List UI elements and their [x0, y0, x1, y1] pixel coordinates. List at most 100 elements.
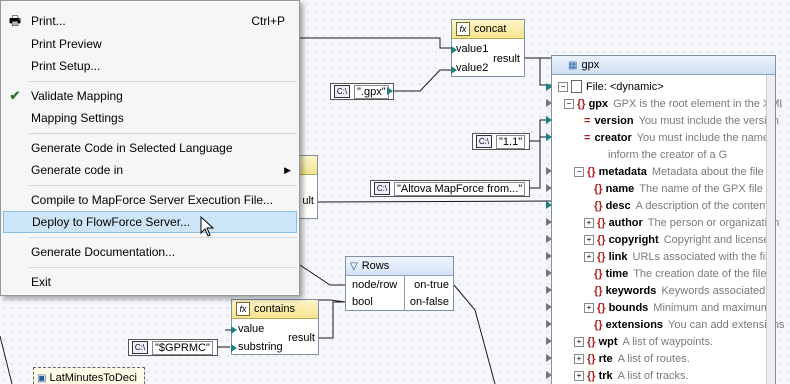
collapse-icon[interactable]: − [564, 98, 574, 109]
input-port-icon[interactable] [546, 269, 552, 277]
element-icon: {} [597, 216, 606, 229]
menu-item-print[interactable]: 🖶 Print... Ctrl+P [3, 10, 297, 32]
file-row[interactable]: − File: <dynamic> [558, 78, 776, 95]
input-port-icon[interactable] [546, 286, 552, 294]
tree-node-gpx[interactable]: −{} gpx GPX is the root element in the XML [564, 95, 782, 112]
rows-on-true-port[interactable]: on-true [414, 279, 449, 291]
input-port-icon[interactable] [546, 184, 552, 192]
constant-icon: C:\ [334, 85, 350, 98]
menu-item-deploy-flowforce[interactable]: Deploy to FlowForce Server... [3, 211, 297, 233]
element-icon: {} [594, 284, 603, 297]
constant-gpx-ext-value[interactable]: ".gpx" [354, 84, 389, 99]
input-port-icon[interactable] [546, 83, 552, 91]
tree-node-creator[interactable]: = creator You must include the name [584, 129, 790, 146]
tree-scrollbar[interactable] [766, 75, 775, 384]
constant-creator-value[interactable]: "Altova MapForce from..." [394, 181, 526, 196]
contains-substring-port[interactable]: substring [238, 341, 283, 353]
tree-node-time[interactable]: {} time The creation date of the file [594, 265, 790, 282]
constant-creator[interactable]: C:\ "Altova MapForce from..." [370, 180, 531, 197]
expand-icon[interactable]: + [584, 302, 594, 313]
menu-item-generate-code-selected[interactable]: Generate Code in Selected Language [3, 137, 297, 159]
tree-node-desc[interactable]: {} desc A description of the content [594, 197, 790, 214]
input-port-icon[interactable] [546, 337, 552, 345]
node-description: A list of waypoints. [622, 335, 714, 348]
input-port-icon[interactable] [546, 167, 552, 175]
node-name: bounds [608, 301, 649, 314]
menu-item-exit[interactable]: Exit [3, 271, 297, 293]
input-port-icon[interactable] [546, 218, 552, 226]
menu-item-compile-mapforce-server[interactable]: Compile to MapForce Server Execution Fil… [3, 189, 297, 211]
menu-label: Generate code in [31, 163, 124, 177]
constant-version[interactable]: C:\ "1.1" [472, 133, 531, 150]
expand-icon[interactable]: + [574, 336, 584, 347]
concat-value2-port[interactable]: value2 [456, 62, 488, 74]
input-port-icon[interactable] [546, 116, 552, 124]
constant-icon: C:\ [476, 135, 492, 148]
menu-item-mapping-settings[interactable]: Mapping Settings [3, 107, 297, 129]
input-port-icon[interactable] [546, 303, 552, 311]
constant-gpx-ext[interactable]: C:\ ".gpx" [330, 83, 394, 100]
input-port-icon[interactable] [546, 320, 552, 328]
rows-bool-port[interactable]: bool [352, 296, 373, 308]
menu-item-generate-code-in[interactable]: Generate code in ▶ [3, 159, 297, 181]
expand-icon[interactable]: + [584, 251, 594, 262]
contains-function[interactable]: fx contains value substring result [231, 299, 319, 355]
input-port-icon[interactable] [546, 354, 552, 362]
concat-value1-port[interactable]: value1 [456, 43, 488, 55]
menu-item-validate-mapping[interactable]: ✔ Validate Mapping [3, 85, 297, 107]
node-description: You must include the version [638, 114, 779, 127]
tree-node-continuation[interactable]: inform the creator of a G [608, 146, 790, 163]
gpx-target-schema[interactable]: ▦ gpx − File: <dynamic> −{} gpx GPX is the … [546, 55, 784, 384]
tree-node-copyright[interactable]: +{} copyright Copyright and license [584, 231, 790, 248]
node-description: inform the creator of a G [608, 148, 728, 161]
contains-result-port[interactable]: result [288, 332, 315, 344]
attribute-icon: = [584, 131, 591, 144]
tree-node-author[interactable]: +{} author The person or organization [584, 214, 790, 231]
mapping-canvas[interactable]: ult fx concat value1 value2 result fx cont… [0, 0, 790, 384]
menu-separator [29, 81, 297, 82]
contains-value-port[interactable]: value [238, 323, 264, 335]
collapse-icon[interactable]: − [574, 166, 584, 177]
input-port-icon[interactable] [546, 133, 552, 141]
lat-minutes-component[interactable]: ▣ LatMinutesToDeci [33, 367, 145, 384]
tree-node-name[interactable]: {} name The name of the GPX file [594, 180, 790, 197]
rows-filter[interactable]: ▽ Rows node/row bool on-true on-false [345, 256, 454, 311]
tree-node-wpt[interactable]: +{} wpt A list of waypoints. [574, 333, 790, 350]
node-name: link [608, 250, 628, 263]
concat-title: concat [474, 23, 507, 35]
input-port-icon[interactable] [546, 235, 552, 243]
constant-version-value[interactable]: "1.1" [496, 134, 526, 149]
element-icon: {} [597, 250, 606, 263]
expand-icon[interactable]: + [574, 370, 584, 381]
input-port-icon[interactable] [546, 99, 552, 107]
concat-function[interactable]: fx concat value1 value2 result [451, 19, 525, 77]
input-port-icon[interactable] [546, 371, 552, 379]
tree-node-metadata[interactable]: −{} metadata Metadata about the file [574, 163, 790, 180]
expand-icon[interactable]: + [574, 353, 584, 364]
collapse-icon[interactable]: − [558, 81, 568, 92]
expand-icon[interactable]: + [584, 217, 594, 228]
constant-gprmc-value[interactable]: "$GPRMC" [152, 340, 213, 355]
tree-node-link[interactable]: +{} link URLs associated with the file [584, 248, 790, 265]
menu-item-generate-documentation[interactable]: Generate Documentation... [3, 241, 297, 263]
tree-node-trk[interactable]: +{} trk A list of tracks. [574, 367, 790, 384]
expand-icon[interactable]: + [584, 234, 594, 245]
element-icon: {} [587, 165, 596, 178]
node-description: A description of the content [635, 199, 769, 212]
rows-on-false-port[interactable]: on-false [410, 296, 449, 308]
file-icon [571, 80, 582, 93]
constant-gprmc[interactable]: C:\ "$GPRMC" [128, 339, 218, 356]
tree-node-version[interactable]: = version You must include the version [584, 112, 790, 129]
input-port-icon[interactable] [546, 201, 552, 209]
tree-node-bounds[interactable]: +{} bounds Minimum and maximum [584, 299, 790, 316]
tree-node-keywords[interactable]: {} keywords Keywords associated [594, 282, 790, 299]
menu-label: Generate Code in Selected Language [31, 141, 233, 155]
tree-node-rte[interactable]: +{} rte A list of routes. [574, 350, 790, 367]
rows-node-port[interactable]: node/row [352, 279, 397, 291]
concat-result-port[interactable]: result [493, 53, 520, 65]
tree-node-extensions[interactable]: {} extensions You can add extensions [594, 316, 790, 333]
input-port-icon[interactable] [546, 252, 552, 260]
menu-item-print-preview[interactable]: Print Preview [3, 33, 297, 55]
menu-label: Validate Mapping [31, 89, 123, 103]
menu-item-print-setup[interactable]: Print Setup... [3, 55, 297, 77]
